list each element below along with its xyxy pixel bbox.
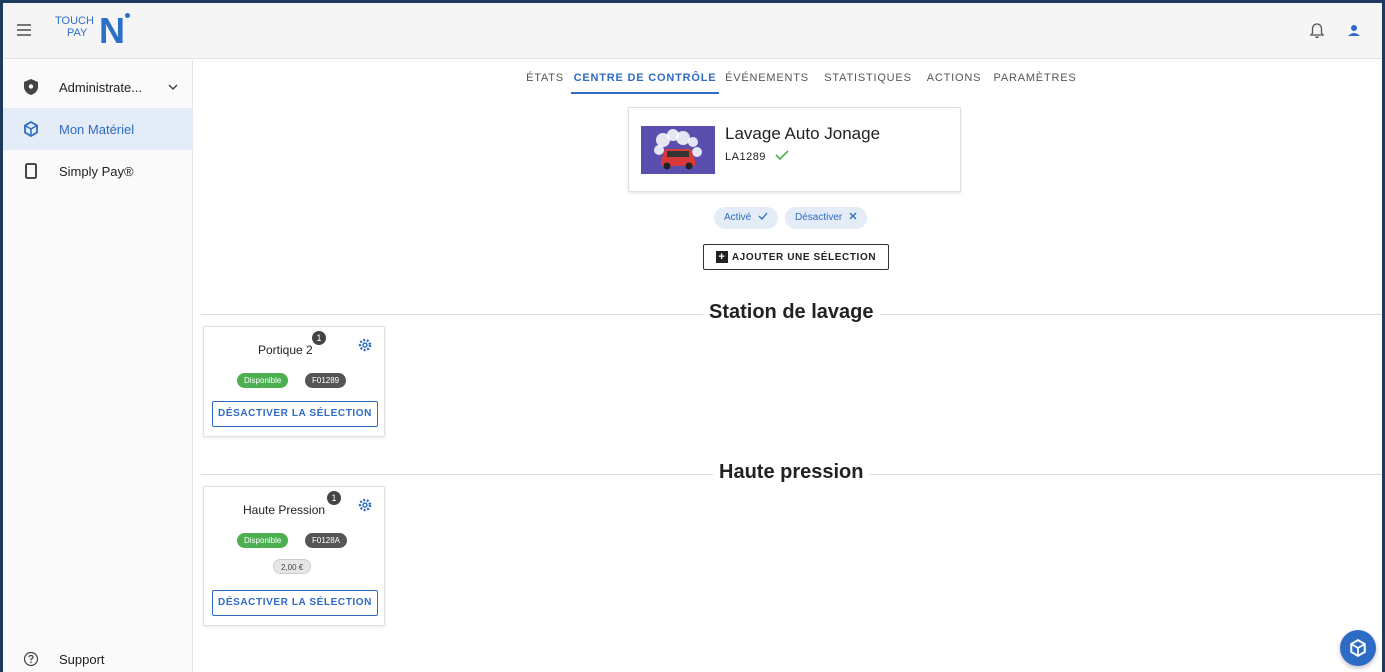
plus-icon: + <box>715 251 728 263</box>
active-chip[interactable]: Activé <box>714 207 779 229</box>
tab-parametres[interactable]: PARAMÈTRES <box>992 60 1078 94</box>
status-badge: Disponible <box>237 533 289 548</box>
count-badge: 1 <box>312 331 326 345</box>
support-label: Support <box>59 651 105 667</box>
cube-fab-button[interactable] <box>1340 630 1376 666</box>
device-name: Portique 2 <box>258 343 313 357</box>
cube-icon <box>22 120 40 138</box>
price-badge: 2,00 € <box>273 559 312 574</box>
device-id-badge: F0128A <box>305 533 348 548</box>
tab-actions[interactable]: ACTIONS <box>923 60 985 94</box>
sidebar-item-label: Simply Pay® <box>59 163 134 179</box>
site-card[interactable]: Lavage Auto Jonage LA1289 <box>628 107 961 192</box>
top-bar: TOUCH PAY N <box>3 3 1382 59</box>
chevron-down-icon[interactable] <box>167 80 179 98</box>
add-selection-button[interactable]: + AJOUTER UNE SÉLECTION <box>703 244 889 270</box>
help-circle-icon <box>22 650 40 668</box>
site-code-text: LA1289 <box>725 151 766 163</box>
active-chip-label: Activé <box>724 212 752 223</box>
add-selection-label: AJOUTER UNE SÉLECTION <box>731 251 877 263</box>
logo-mark: N <box>99 10 125 51</box>
close-icon[interactable] <box>849 212 857 220</box>
deactivate-chip-label: Désactiver <box>795 212 843 223</box>
sidebar-item-administration[interactable]: Administrate... <box>3 66 193 108</box>
check-icon <box>758 212 768 220</box>
cube-icon <box>1350 639 1366 657</box>
gear-icon[interactable] <box>357 497 373 513</box>
device-card[interactable]: Haute Pression 1 Disponible F0128A 2,00 … <box>203 486 385 626</box>
device-name: Haute Pression <box>243 503 326 517</box>
bell-icon[interactable] <box>1307 21 1327 41</box>
check-icon <box>774 150 789 161</box>
site-name: Lavage Auto Jonage <box>725 124 881 143</box>
app-window: TOUCH PAY N Administrate... Mon Matériel… <box>3 3 1382 672</box>
tab-centre-de-controle[interactable]: CENTRE DE CONTRÔLE <box>571 60 719 94</box>
section-title: Station de lavage <box>703 301 880 324</box>
sidebar-item-simply-pay[interactable]: Simply Pay® <box>3 150 193 192</box>
sidebar-item-label: Mon Matériel <box>59 121 135 137</box>
shield-icon <box>22 78 40 96</box>
deactivate-selection-button[interactable]: DÉSACTIVER LA SÉLECTION <box>212 590 378 616</box>
sidebar-item-mon-materiel[interactable]: Mon Matériel <box>3 108 193 150</box>
car-wash-image <box>641 126 715 174</box>
sidebar: Administrate... Mon Matériel Simply Pay®… <box>3 60 193 672</box>
phone-icon <box>22 162 40 180</box>
tab-evenements[interactable]: ÉVÉNEMENTS <box>723 60 811 94</box>
logo-dot <box>125 13 130 18</box>
tab-etats[interactable]: ÉTATS <box>521 60 569 94</box>
device-card[interactable]: Portique 2 1 Disponible F01289 DÉSACTIVE… <box>203 326 385 437</box>
deactivate-selection-button[interactable]: DÉSACTIVER LA SÉLECTION <box>212 401 378 427</box>
deactivate-chip[interactable]: Désactiver <box>785 207 868 229</box>
sidebar-item-label: Administrate... <box>59 79 143 95</box>
count-badge: 1 <box>327 491 341 505</box>
gear-icon[interactable] <box>357 337 373 353</box>
logo-text-top: TOUCH <box>55 15 94 27</box>
site-code: LA1289 <box>725 149 789 163</box>
status-badge: Disponible <box>237 373 289 388</box>
user-icon[interactable] <box>1344 21 1364 41</box>
tab-statistiques[interactable]: STATISTIQUES <box>820 60 916 94</box>
tab-bar: ÉTATS CENTRE DE CONTRÔLE ÉVÉNEMENTS STAT… <box>193 60 1382 96</box>
menu-icon[interactable] <box>17 21 39 41</box>
logo[interactable]: TOUCH PAY N <box>55 13 145 49</box>
section-title: Haute pression <box>713 461 870 484</box>
device-id-badge: F01289 <box>305 373 347 388</box>
logo-text-bottom: PAY <box>67 27 88 39</box>
sidebar-item-support[interactable]: Support <box>3 638 193 672</box>
